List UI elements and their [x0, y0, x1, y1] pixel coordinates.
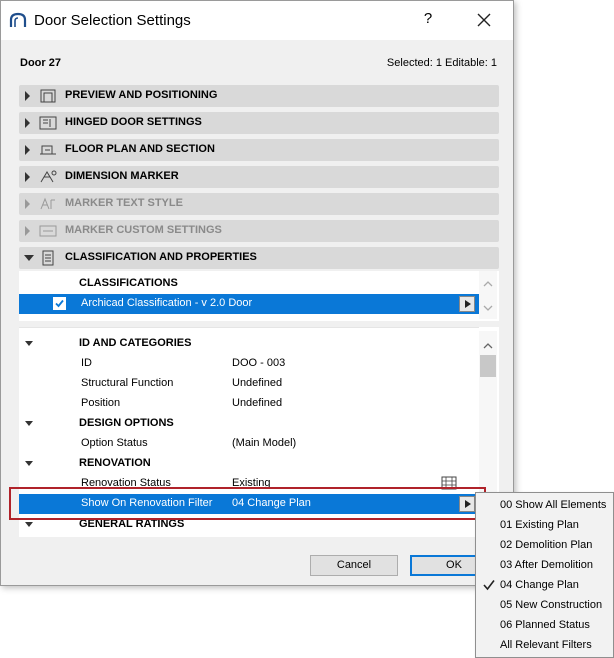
property-label: Option Status [81, 437, 148, 449]
marker-custom-icon [39, 225, 57, 237]
scroll-up-icon[interactable] [483, 341, 493, 351]
menu-item[interactable]: 05 New Construction [476, 595, 613, 615]
group-id-and-categories[interactable]: ID AND CATEGORIES [19, 334, 479, 354]
classification-dropdown-button[interactable] [459, 296, 475, 312]
classification-row[interactable]: Archicad Classification - v 2.0 Door [19, 294, 479, 314]
hinged-door-icon [39, 116, 57, 130]
property-label: Position [81, 397, 121, 409]
marker-text-icon [40, 197, 55, 210]
expand-arrow-icon[interactable] [25, 91, 30, 101]
scroll-down-icon[interactable] [483, 303, 493, 313]
property-row[interactable]: ID DOO - 003 [19, 354, 479, 374]
menu-item[interactable]: 01 Existing Plan [476, 515, 613, 535]
section-hinged-door-settings[interactable]: HINGED DOOR SETTINGS [19, 112, 499, 134]
collapse-arrow-icon[interactable] [25, 522, 33, 527]
checkbox-checked-icon[interactable] [53, 297, 66, 310]
window-title: Door Selection Settings [34, 12, 191, 29]
section-preview-and-positioning[interactable]: PREVIEW AND POSITIONING [19, 85, 499, 107]
collapse-arrow-icon[interactable] [25, 461, 33, 466]
property-value[interactable]: Undefined [232, 397, 282, 409]
section-label: FLOOR PLAN AND SECTION [65, 143, 215, 155]
title-bar: Door Selection Settings ? [1, 1, 513, 40]
dimension-marker-icon [40, 170, 57, 183]
section-label: PREVIEW AND POSITIONING [65, 89, 218, 101]
expand-arrow-icon[interactable] [25, 172, 30, 182]
section-marker-text-style: MARKER TEXT STYLE [19, 193, 499, 215]
classifications-panel: CLASSIFICATIONS Archicad Classification … [19, 271, 499, 321]
menu-item[interactable]: All Relevant Filters [476, 635, 613, 655]
element-name: Door 27 [20, 57, 61, 69]
renovation-filter-menu: 00 Show All Elements 01 Existing Plan 02… [475, 492, 614, 658]
cancel-button[interactable]: Cancel [310, 555, 398, 576]
expand-arrow-icon[interactable] [25, 145, 30, 155]
property-value[interactable]: DOO - 003 [232, 357, 285, 369]
property-row[interactable]: Option Status (Main Model) [19, 434, 479, 454]
preview-icon [40, 89, 56, 103]
expand-arrow-icon [25, 199, 30, 209]
section-floor-plan-and-section[interactable]: FLOOR PLAN AND SECTION [19, 139, 499, 161]
expand-arrow-icon [25, 226, 30, 236]
selection-info: Selected: 1 Editable: 1 [386, 57, 497, 69]
section-marker-custom-settings: MARKER CUSTOM SETTINGS [19, 220, 499, 242]
group-title: RENOVATION [79, 457, 151, 469]
divider [19, 327, 479, 328]
checkmark-icon [483, 580, 495, 591]
property-label: ID [81, 357, 92, 369]
close-icon[interactable] [474, 10, 494, 30]
group-title: ID AND CATEGORIES [79, 337, 192, 349]
expand-arrow-icon[interactable] [25, 118, 30, 128]
menu-item[interactable]: 00 Show All Elements [476, 495, 613, 515]
menu-item[interactable]: 03 After Demolition [476, 555, 613, 575]
section-label: CLASSIFICATION AND PROPERTIES [65, 251, 257, 263]
property-row[interactable]: Position Undefined [19, 394, 479, 414]
help-button[interactable]: ? [421, 10, 435, 30]
collapse-arrow-icon[interactable] [24, 255, 34, 261]
property-value[interactable]: (Main Model) [232, 437, 296, 449]
property-row[interactable]: Structural Function Undefined [19, 374, 479, 394]
section-label: HINGED DOOR SETTINGS [65, 116, 202, 128]
collapse-arrow-icon[interactable] [25, 341, 33, 346]
group-renovation[interactable]: RENOVATION [19, 454, 479, 474]
section-label: DIMENSION MARKER [65, 170, 179, 182]
highlight-annotation-box [9, 487, 486, 520]
archicad-logo-icon [9, 12, 27, 27]
scroll-thumb[interactable] [480, 355, 496, 377]
menu-item-selected[interactable]: 04 Change Plan [476, 575, 613, 595]
section-label: MARKER CUSTOM SETTINGS [65, 224, 222, 236]
menu-item[interactable]: 06 Planned Status [476, 615, 613, 635]
section-classification-and-properties[interactable]: CLASSIFICATION AND PROPERTIES [19, 247, 499, 269]
menu-item[interactable]: 02 Demolition Plan [476, 535, 613, 555]
section-dimension-marker[interactable]: DIMENSION MARKER [19, 166, 499, 188]
classification-name: Archicad Classification - v 2.0 Door [81, 297, 253, 309]
property-value[interactable]: Undefined [232, 377, 282, 389]
property-label: Structural Function [81, 377, 174, 389]
play-arrow-icon [465, 300, 471, 308]
classifications-header-row: CLASSIFICATIONS [19, 274, 479, 294]
floor-plan-icon [40, 145, 56, 155]
classification-icon [42, 250, 54, 266]
group-title: DESIGN OPTIONS [79, 417, 174, 429]
classifications-scrollbar[interactable] [479, 271, 497, 319]
collapse-arrow-icon[interactable] [25, 421, 33, 426]
section-label: MARKER TEXT STYLE [65, 197, 183, 209]
group-design-options[interactable]: DESIGN OPTIONS [19, 414, 479, 434]
scroll-up-icon[interactable] [483, 279, 493, 289]
classifications-header: CLASSIFICATIONS [79, 277, 178, 289]
